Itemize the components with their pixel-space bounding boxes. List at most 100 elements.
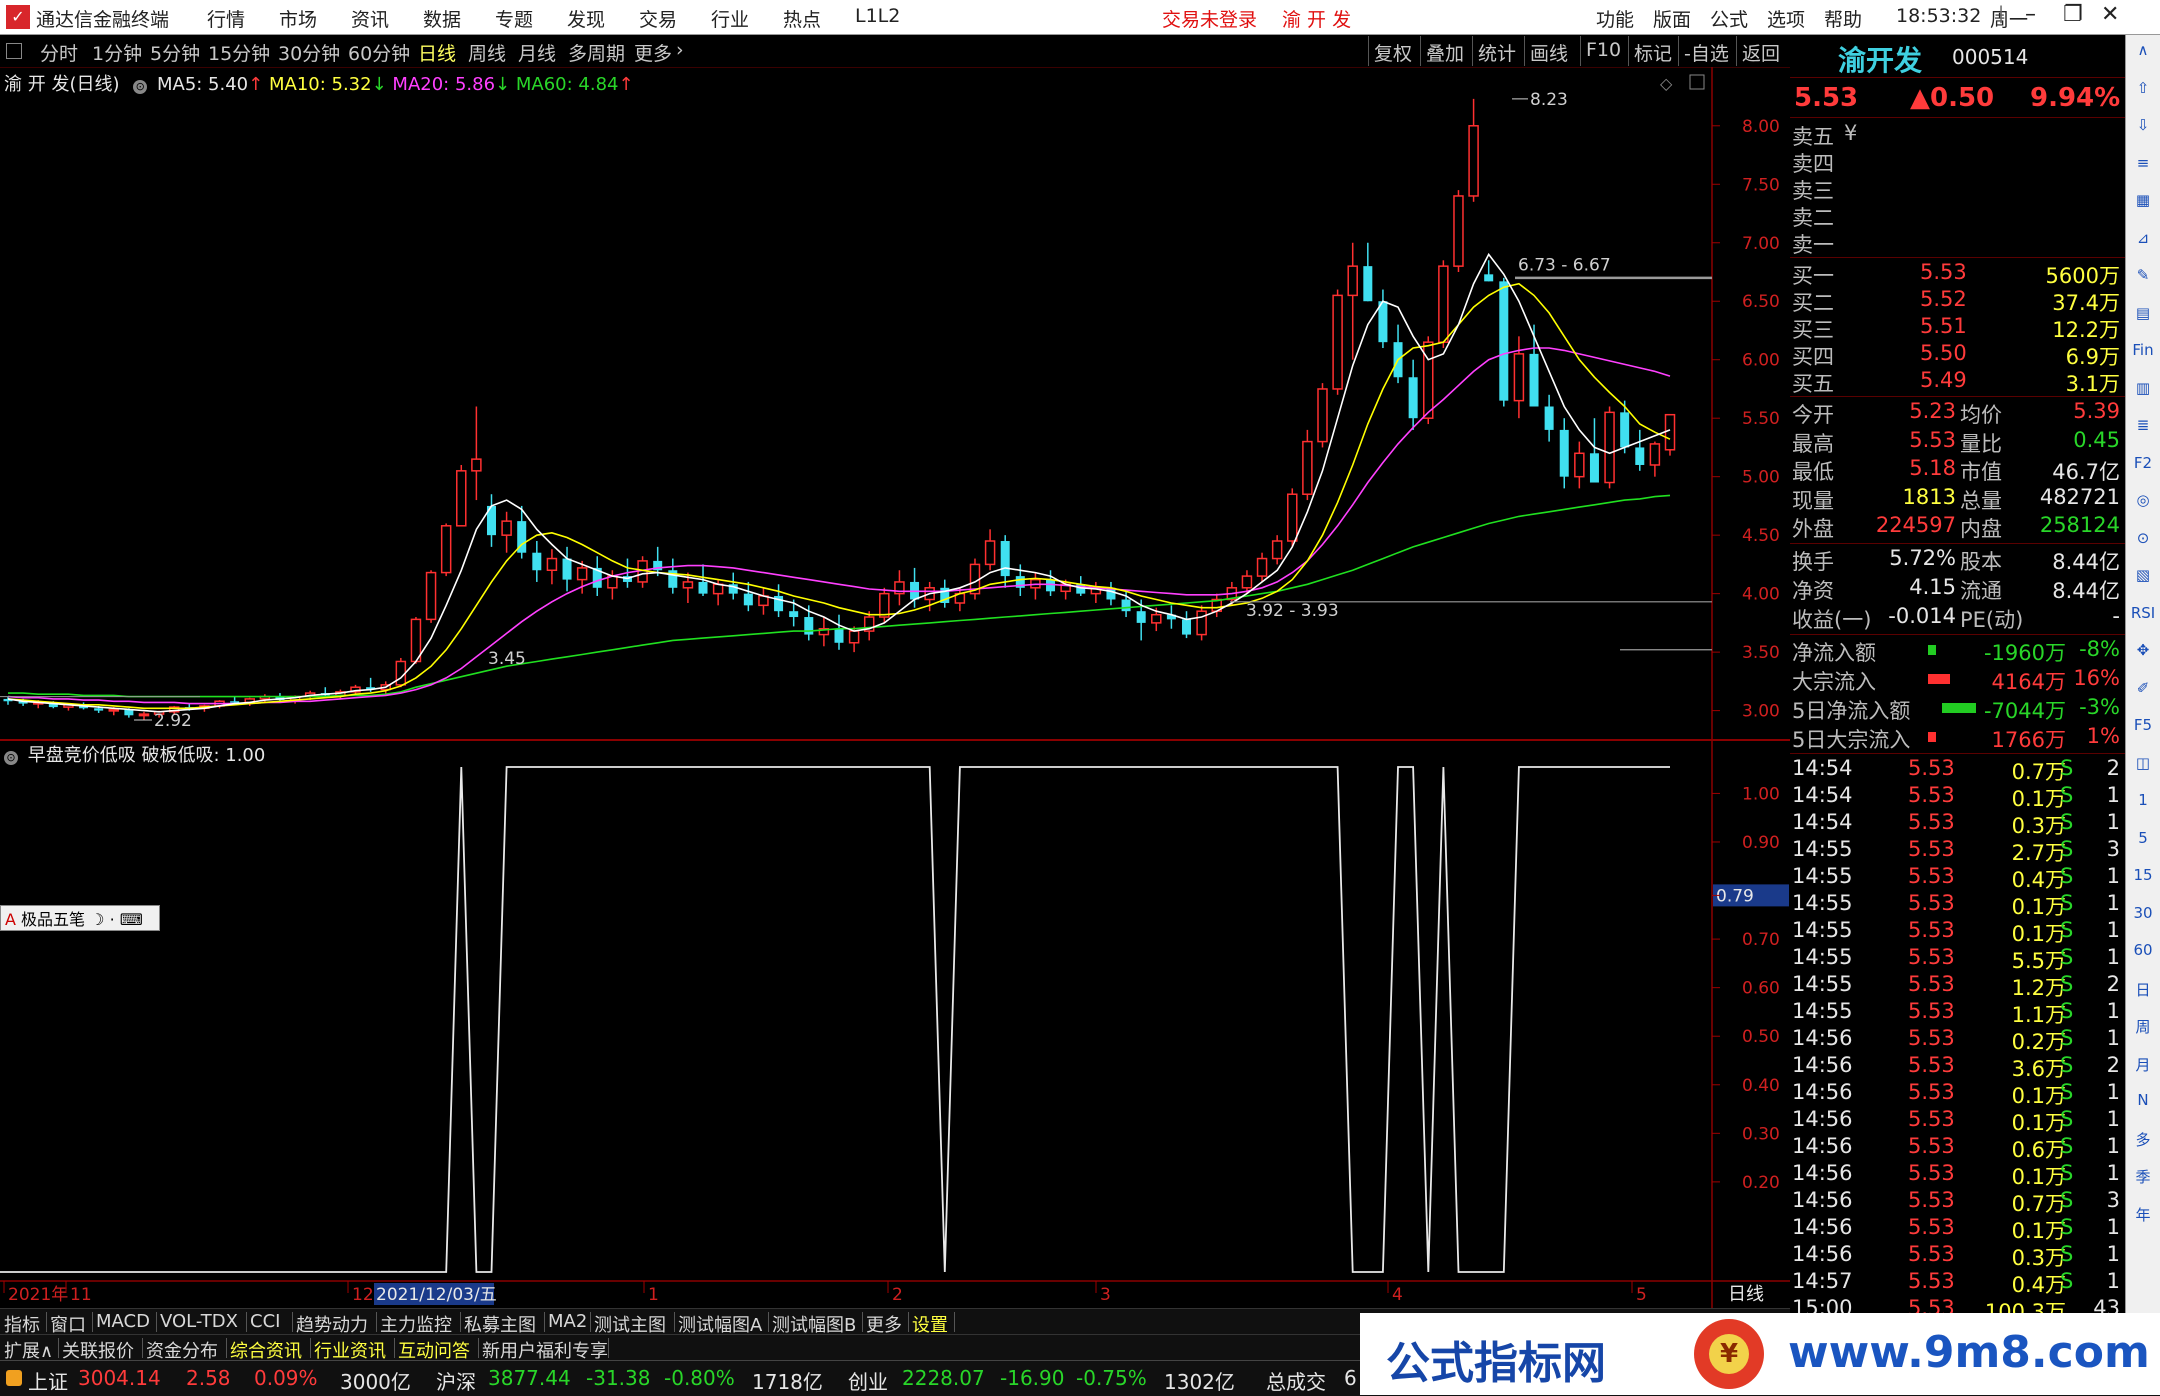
cy-index-name[interactable]: 创业	[848, 1366, 888, 1395]
menu-quotes[interactable]: 行情	[207, 5, 245, 32]
adjust-button[interactable]: 复权	[1374, 39, 1412, 66]
legend-toggle-icon[interactable]: ⊙	[133, 80, 148, 94]
window-minimize-icon[interactable]: –	[2025, 2, 2036, 27]
side-tool-icon[interactable]: F5	[2130, 716, 2156, 734]
sub-legend-toggle-icon[interactable]: ⊙	[4, 751, 18, 765]
side-tool-icon[interactable]: 15	[2130, 866, 2156, 884]
side-tool-icon[interactable]: F2	[2130, 454, 2156, 472]
menu-discover[interactable]: 发现	[567, 5, 605, 32]
side-tool-icon[interactable]: ≡	[2130, 154, 2156, 172]
side-tool-icon[interactable]: N	[2130, 1091, 2156, 1109]
sh-index-name[interactable]: 上证	[28, 1366, 68, 1395]
tick-count: 2	[2106, 756, 2120, 780]
tab-divider	[142, 1338, 143, 1358]
side-tool-icon[interactable]: ◎	[2130, 491, 2156, 509]
mark-button[interactable]: 标记	[1634, 39, 1672, 66]
kline-chart[interactable]: 8.23 6.73 - 6.67 3.92 - 3.93 2.92 3.45 ◇ 1.00…	[0, 67, 1790, 1308]
side-tool-icon[interactable]: ▥	[2130, 379, 2156, 397]
side-tool-icon[interactable]: ▧	[2130, 566, 2156, 584]
toolbar-square-icon[interactable]	[6, 43, 22, 59]
indicator-tab[interactable]: VOL-TDX	[160, 1311, 238, 1332]
ime-dot-icon[interactable]: ·	[110, 910, 115, 929]
hs-index-name[interactable]: 沪深	[436, 1366, 476, 1395]
f10-button[interactable]: F10	[1586, 39, 1621, 61]
side-tool-icon[interactable]: ⊿	[2130, 229, 2156, 247]
menu-hot[interactable]: 热点	[783, 5, 821, 32]
side-tool-icon[interactable]: ✐	[2130, 679, 2156, 697]
draw-button[interactable]: 画线	[1530, 39, 1568, 66]
side-tool-icon[interactable]: 周	[2130, 1016, 2156, 1037]
period-60min[interactable]: 60分钟	[348, 39, 410, 66]
candle-body-down	[1499, 281, 1509, 401]
ime-keyboard-icon[interactable]: ⌨	[120, 910, 143, 929]
menu-formula[interactable]: 公式	[1710, 5, 1748, 32]
period-30min[interactable]: 30分钟	[278, 39, 340, 66]
weekday-dropdown-icon[interactable]: |	[1998, 3, 2004, 24]
side-tool-icon[interactable]: ∧	[2130, 41, 2156, 59]
watchlist-button[interactable]: -自选	[1684, 39, 1729, 66]
side-tool-icon[interactable]: ✥	[2130, 641, 2156, 659]
side-tool-icon[interactable]: 季	[2130, 1166, 2156, 1187]
side-tool-icon[interactable]: ✎	[2130, 266, 2156, 284]
period-15min[interactable]: 15分钟	[208, 39, 270, 66]
side-tool-icon[interactable]: 年	[2130, 1204, 2156, 1225]
menu-function[interactable]: 功能	[1596, 5, 1634, 32]
menu-market[interactable]: 市场	[279, 5, 317, 32]
banner-text-left: 公式指标网	[1386, 1338, 1606, 1389]
period-daily[interactable]: 日线	[418, 39, 456, 66]
date-cursor-label: 2021/12/03/五	[376, 1285, 497, 1305]
period-monthly[interactable]: 月线	[518, 39, 556, 66]
trade-login-status[interactable]: 交易未登录	[1162, 5, 1257, 32]
back-button[interactable]: 返回	[1742, 39, 1780, 66]
period-multi[interactable]: 多周期	[568, 39, 625, 66]
side-tool-icon[interactable]: ⇧	[2130, 79, 2156, 97]
side-tool-icon[interactable]: RSI	[2130, 604, 2156, 622]
side-tool-icon[interactable]: ≣	[2130, 416, 2156, 434]
side-tool-icon[interactable]: 多	[2130, 1129, 2156, 1150]
menu-topics[interactable]: 专题	[495, 5, 533, 32]
ime-toolbar[interactable]: A 极品五笔 ☽ · ⌨	[0, 905, 160, 931]
window-close-icon[interactable]: ✕	[2101, 2, 2119, 27]
menu-options[interactable]: 选项	[1767, 5, 1805, 32]
menu-l1l2[interactable]: L1L2	[855, 5, 900, 27]
side-tool-icon[interactable]: 月	[2130, 1054, 2156, 1075]
period-more-chevron-icon[interactable]: ›	[676, 39, 684, 61]
period-timeshare[interactable]: 分时	[40, 39, 78, 66]
status-menu-icon[interactable]	[6, 1370, 22, 1386]
stats-button[interactable]: 统计	[1478, 39, 1516, 66]
period-5min[interactable]: 5分钟	[150, 39, 200, 66]
stat-label: 净资	[1792, 579, 1834, 603]
side-tool-icon[interactable]: 60	[2130, 941, 2156, 959]
indicator-tab[interactable]: MACD	[96, 1311, 150, 1332]
period-more[interactable]: 更多	[634, 39, 672, 66]
menu-trade[interactable]: 交易	[639, 5, 677, 32]
side-tool-icon[interactable]: ⇩	[2130, 116, 2156, 134]
menu-industry[interactable]: 行业	[711, 5, 749, 32]
side-tool-icon[interactable]: 5	[2130, 829, 2156, 847]
menu-data[interactable]: 数据	[423, 5, 461, 32]
indicator-tab[interactable]: CCI	[250, 1311, 280, 1332]
ime-a-icon[interactable]: A	[5, 910, 16, 929]
side-tool-icon[interactable]: 1	[2130, 791, 2156, 809]
period-weekly[interactable]: 周线	[468, 39, 506, 66]
menu-news[interactable]: 资讯	[351, 5, 389, 32]
window-restore-icon[interactable]: ❐	[2063, 2, 2083, 27]
side-tool-icon[interactable]: 30	[2130, 904, 2156, 922]
side-tool-icon[interactable]: ⊙	[2130, 529, 2156, 547]
menu-help[interactable]: 帮助	[1824, 5, 1862, 32]
flow-bar	[1928, 674, 1950, 684]
period-1min[interactable]: 1分钟	[92, 39, 142, 66]
side-tool-icon[interactable]: ▤	[2130, 304, 2156, 322]
menu-layout[interactable]: 版面	[1653, 5, 1691, 32]
tick-volume: 0.4万	[2011, 868, 2066, 892]
overlay-button[interactable]: 叠加	[1426, 39, 1464, 66]
tick-volume: 0.3万	[2011, 814, 2066, 838]
indicator-tab[interactable]: MA2	[548, 1311, 587, 1332]
candle-body-up	[471, 458, 482, 472]
side-tool-icon[interactable]: ▦	[2130, 191, 2156, 209]
ime-moon-icon[interactable]: ☽	[90, 910, 104, 929]
side-tool-icon[interactable]: Fin	[2130, 341, 2156, 359]
tick-count: 1	[2106, 783, 2120, 807]
side-tool-icon[interactable]: 日	[2130, 979, 2156, 1000]
side-tool-icon[interactable]: ◫	[2130, 754, 2156, 772]
